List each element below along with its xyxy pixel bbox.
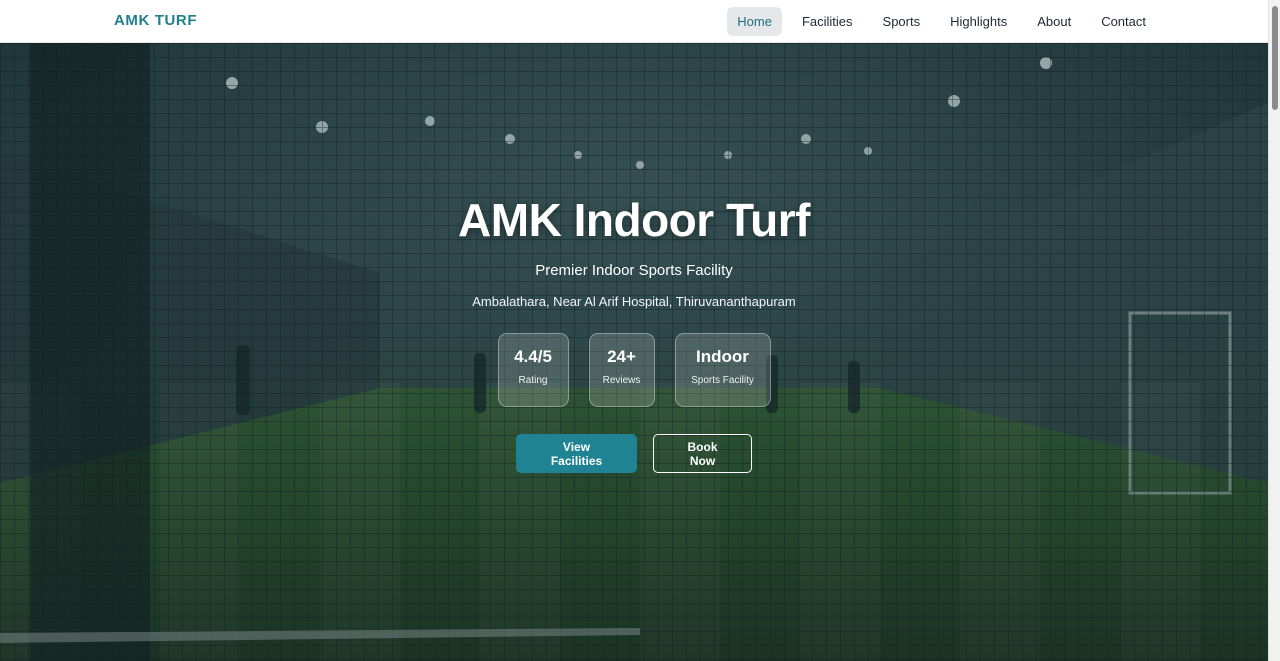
hero-section: AMK Indoor Turf Premier Indoor Sports Fa… bbox=[0, 43, 1268, 661]
nav-link-highlights[interactable]: Highlights bbox=[940, 7, 1017, 36]
scrollbar-thumb[interactable] bbox=[1272, 6, 1278, 110]
stat-value: 4.4/5 bbox=[514, 347, 552, 366]
page: AMK TURF Home Facilities Sports Highligh… bbox=[0, 0, 1280, 661]
stat-label: Sports Facility bbox=[691, 375, 754, 386]
view-facilities-button[interactable]: View Facilities bbox=[516, 434, 637, 473]
nav-menu: Home Facilities Sports Highlights About … bbox=[727, 7, 1156, 36]
stat-card-rating: 4.4/5 Rating bbox=[497, 333, 569, 407]
nav-item-contact: Contact bbox=[1091, 7, 1156, 36]
stat-label: Rating bbox=[518, 375, 548, 386]
nav-link-contact[interactable]: Contact bbox=[1091, 7, 1156, 36]
nav-item-sports: Sports bbox=[873, 7, 931, 36]
page-scrollbar[interactable] bbox=[1268, 0, 1280, 661]
stat-value: Indoor bbox=[696, 347, 749, 366]
stat-value: 24+ bbox=[607, 347, 636, 366]
hero-location: Ambalathara, Near Al Arif Hospital, Thir… bbox=[472, 294, 796, 309]
nav-item-about: About bbox=[1027, 7, 1081, 36]
nav-item-highlights: Highlights bbox=[940, 7, 1017, 36]
hero-actions: View Facilities Book Now bbox=[0, 434, 1268, 473]
stats-row: 4.4/5 Rating 24+ Reviews Indoor Sports F… bbox=[0, 333, 1268, 407]
nav-link-home[interactable]: Home bbox=[727, 7, 782, 36]
stat-card-reviews: 24+ Reviews bbox=[588, 333, 655, 407]
brand-logo[interactable]: AMK TURF bbox=[114, 12, 197, 29]
hero-title: AMK Indoor Turf bbox=[458, 194, 810, 246]
book-now-button[interactable]: Book Now bbox=[653, 434, 752, 473]
stat-card-facility-type: Indoor Sports Facility bbox=[674, 333, 771, 407]
nav-link-facilities[interactable]: Facilities bbox=[792, 7, 863, 36]
nav-link-about[interactable]: About bbox=[1027, 7, 1081, 36]
stat-label: Reviews bbox=[602, 375, 641, 386]
hero-subtitle: Premier Indoor Sports Facility bbox=[535, 262, 733, 279]
nav-item-home: Home bbox=[727, 7, 782, 36]
nav-item-facilities: Facilities bbox=[792, 7, 863, 36]
nav-link-sports[interactable]: Sports bbox=[873, 7, 931, 36]
navbar: AMK TURF Home Facilities Sports Highligh… bbox=[0, 0, 1268, 43]
